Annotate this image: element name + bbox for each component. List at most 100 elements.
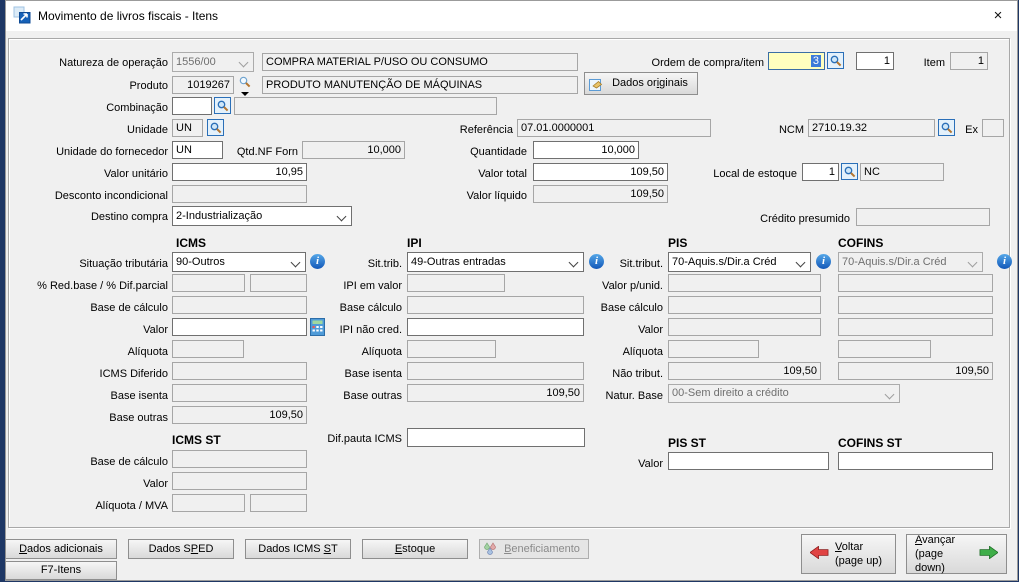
local-estoque-descricao-field: NC — [860, 163, 944, 181]
dados-sped-button[interactable]: Dados SPED — [128, 539, 234, 559]
destino-compra-combo[interactable]: 2-Industrialização — [172, 206, 352, 226]
ipi-dif-pauta-input[interactable] — [407, 428, 585, 447]
pis-base-calculo-field — [668, 296, 821, 314]
produto-dropdown-arrow-icon[interactable] — [241, 92, 249, 96]
combinacao-search-button[interactable] — [214, 97, 231, 114]
f7-itens-button[interactable]: F7-Itens — [5, 561, 117, 580]
icms-base-isenta-label: Base isenta — [20, 388, 168, 404]
icms-valor-input[interactable] — [172, 318, 307, 336]
icms-st-base-calculo-field — [172, 450, 307, 468]
pis-info-icon[interactable]: i — [816, 254, 831, 269]
credito-presumido-label: Crédito presumido — [738, 211, 850, 227]
icms-st-section-title: ICMS ST — [172, 433, 221, 448]
chevron-down-icon — [239, 58, 249, 68]
ordem-compra-search-button[interactable] — [827, 52, 844, 69]
icms-valor-label: Valor — [20, 322, 168, 338]
pis-sit-tribut-label: Sit.tribut. — [560, 256, 663, 272]
item-label: Item — [913, 55, 945, 71]
ipi-base-calculo-label: Base cálculo — [300, 300, 402, 316]
ncm-search-button[interactable] — [938, 119, 955, 136]
dados-icms-st-button[interactable]: Dados ICMS ST — [245, 539, 351, 559]
avancar-label: Avançar — [915, 534, 955, 546]
chevron-down-icon — [337, 212, 347, 222]
ex-field — [982, 119, 1004, 137]
pis-sit-tribut-combo[interactable]: 70-Aquis.s/Dir.a Créd — [668, 252, 811, 272]
qtd-nf-forn-field: 10,000 — [302, 141, 405, 159]
valor-total-label: Valor total — [430, 166, 527, 182]
pis-valor-unid-field — [668, 274, 821, 292]
icms-diferido-label: ICMS Diferido — [20, 366, 168, 382]
icms-red-base-field-2 — [250, 274, 307, 292]
icms-base-calculo-label: Base de cálculo — [20, 300, 168, 316]
pis-st-valor-input[interactable] — [668, 452, 829, 470]
cofins-aliquota-field — [838, 340, 931, 358]
cofins-st-valor-input[interactable] — [838, 452, 993, 470]
desconto-incondicional-field — [172, 185, 307, 203]
icms-red-base-field-1 — [172, 274, 245, 292]
ipi-aliquota-field — [407, 340, 496, 358]
icms-aliquota-field — [172, 340, 244, 358]
unidade-fornecedor-input[interactable]: UN — [172, 141, 223, 159]
valor-total-input[interactable]: 109,50 — [533, 163, 668, 181]
cofins-info-icon[interactable]: i — [997, 254, 1012, 269]
ipi-base-isenta-label: Base isenta — [300, 366, 402, 382]
ncm-label: NCM — [768, 122, 804, 138]
icms-base-isenta-field — [172, 384, 307, 402]
ex-label: Ex — [958, 122, 978, 138]
chevron-down-icon — [885, 390, 895, 400]
referencia-label: Referência — [418, 122, 513, 138]
ordem-compra-item-input[interactable]: 1 — [856, 52, 894, 70]
avancar-button[interactable]: Avançar (page down) — [906, 534, 1007, 574]
unidade-search-button[interactable] — [207, 119, 224, 136]
selected-text: 3 — [811, 55, 821, 67]
local-estoque-search-button[interactable] — [841, 163, 858, 180]
icms-section-title: ICMS — [176, 236, 206, 251]
dados-adicionais-button[interactable]: Dados adicionais — [5, 539, 117, 559]
dados-originais-icon — [588, 76, 604, 92]
ordem-compra-input[interactable]: 3 — [768, 52, 825, 70]
icms-situacao-label: Situação tributária — [20, 256, 168, 272]
credito-presumido-field — [856, 208, 990, 226]
natureza-operacao-descricao: COMPRA MATERIAL P/USO OU CONSUMO — [262, 53, 578, 71]
combinacao-input[interactable] — [172, 97, 212, 115]
quantidade-input[interactable]: 10,000 — [533, 141, 639, 159]
icms-st-aliquota-mva-label: Alíquota / MVA — [20, 498, 168, 514]
back-arrow-icon — [810, 546, 829, 562]
voltar-sublabel: (page up) — [835, 555, 882, 567]
cofins-valor-field — [838, 318, 993, 336]
cofins-section-title: COFINS — [838, 236, 883, 251]
pis-valor-field — [668, 318, 821, 336]
ipi-nao-cred-input[interactable] — [407, 318, 584, 336]
item-field: 1 — [950, 52, 988, 70]
produto-search-icon[interactable] — [237, 74, 253, 90]
ipi-base-calculo-field — [407, 296, 584, 314]
close-button[interactable]: × — [984, 4, 1012, 28]
icms-st-mva-field — [250, 494, 307, 512]
destino-compra-label: Destino compra — [20, 209, 168, 225]
pis-base-calculo-label: Base cálculo — [560, 300, 663, 316]
local-estoque-input[interactable]: 1 — [802, 163, 839, 181]
ipi-section-title: IPI — [407, 236, 422, 251]
quantidade-label: Quantidade — [430, 144, 527, 160]
pis-section-title: PIS — [668, 236, 687, 251]
window-title: Movimento de livros fiscais - Itens — [38, 9, 218, 23]
ipi-sit-trib-combo[interactable]: 49-Outras entradas — [407, 252, 584, 272]
avancar-sublabel: (page down) — [915, 548, 945, 574]
voltar-button[interactable]: Voltar (page up) — [801, 534, 896, 574]
pis-st-section-title: PIS ST — [668, 436, 706, 451]
combinacao-descricao-field — [234, 97, 497, 115]
estoque-button[interactable]: Estoque — [362, 539, 468, 559]
pis-valor-unid-label: Valor p/unid. — [560, 278, 663, 294]
icms-situacao-combo[interactable]: 90-Outros — [172, 252, 306, 272]
ncm-field: 2710.19.32 — [808, 119, 935, 137]
icms-st-valor-label: Valor — [20, 476, 168, 492]
ipi-aliquota-label: Alíquota — [300, 344, 402, 360]
valor-unitario-input[interactable]: 10,95 — [172, 163, 307, 181]
desconto-incondicional-label: Desconto incondicional — [20, 188, 168, 204]
qtd-nf-forn-label: Qtd.NF Forn — [230, 144, 298, 160]
voltar-label: Voltar — [835, 541, 863, 553]
icms-st-aliquota-field — [172, 494, 245, 512]
icms-st-valor-field — [172, 472, 307, 490]
ipi-dif-pauta-label: Dif.pauta ICMS — [300, 431, 402, 447]
local-estoque-label: Local de estoque — [700, 166, 797, 182]
